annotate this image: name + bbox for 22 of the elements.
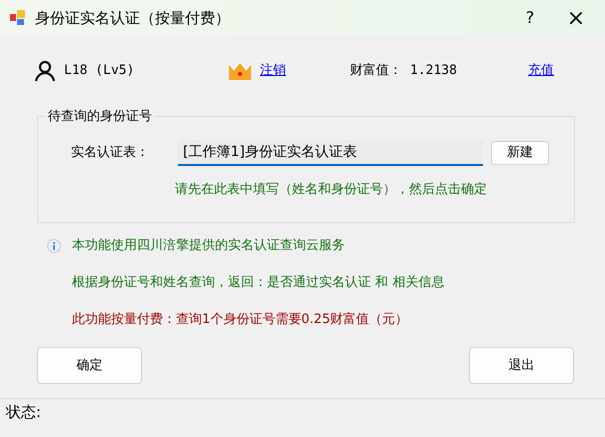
app-icon bbox=[9, 9, 27, 27]
recharge-link[interactable]: 充值 bbox=[528, 61, 554, 81]
user-level: L18 (Lv5) bbox=[64, 62, 136, 80]
info-text: 根据身份证号和姓名查询，返回：是否通过实名认证 和 相关信息 bbox=[72, 274, 444, 292]
confirm-button[interactable]: 确定 bbox=[37, 347, 142, 384]
info-icon bbox=[47, 238, 61, 252]
info-text: 此功能按量付费：查询1个身份证号需要0.25财富值（元） bbox=[72, 310, 408, 329]
input-field[interactable]: [工作簿1]身份证实名认证表 bbox=[178, 140, 483, 166]
exit-button[interactable]: 退出 bbox=[469, 347, 574, 384]
field-label: 实名认证表： bbox=[71, 144, 150, 162]
new-button[interactable]: 新建 bbox=[491, 141, 549, 165]
info-text: 本功能使用四川涪擎提供的实名认证查询云服务 bbox=[72, 236, 345, 255]
crown-icon bbox=[228, 61, 252, 81]
balance-value: 1.2138 bbox=[410, 62, 458, 80]
user-icon bbox=[34, 60, 56, 82]
hint-text: 请先在此表中填写（姓名和身份证号），然后点击确定 bbox=[175, 182, 487, 197]
close-button[interactable]: × bbox=[553, 2, 599, 34]
logout-link[interactable]: 注销 bbox=[260, 61, 350, 81]
window-title: 身份证实名认证（按量付费） bbox=[35, 8, 231, 29]
balance-label: 财富值： bbox=[350, 62, 402, 80]
help-button[interactable]: ? bbox=[507, 6, 553, 30]
status-label: 状态: bbox=[6, 402, 42, 423]
